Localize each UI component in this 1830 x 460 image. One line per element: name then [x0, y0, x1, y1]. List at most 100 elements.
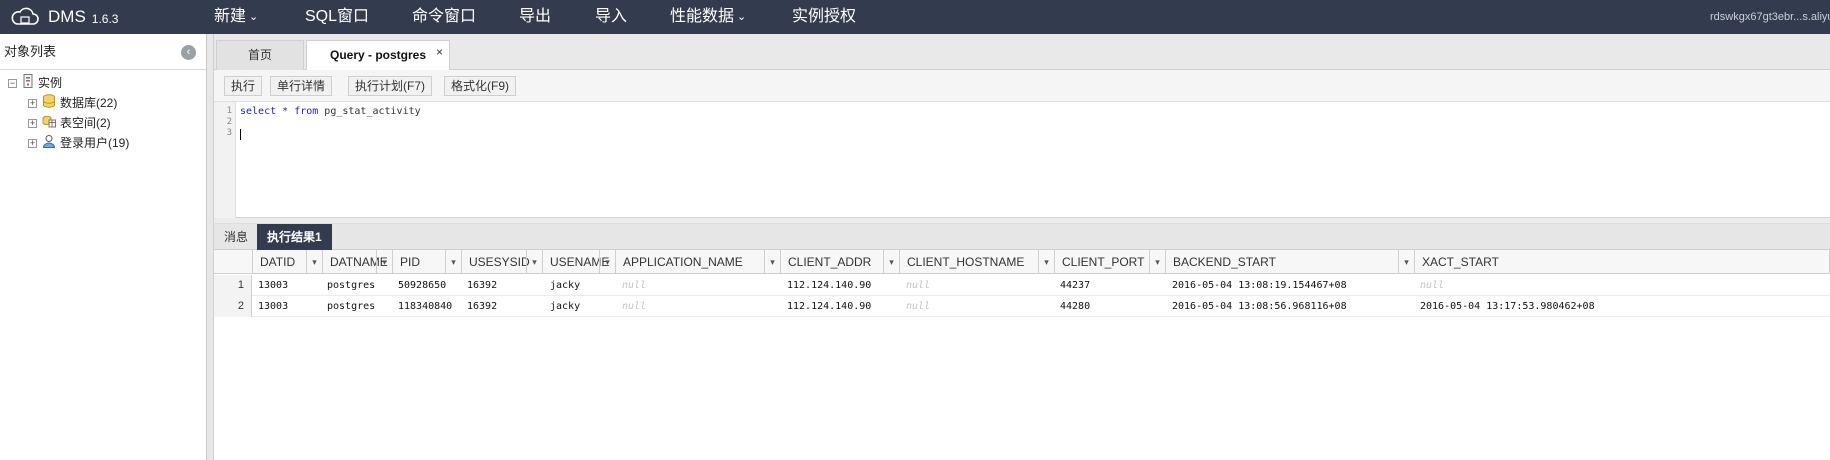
explain-plan-button[interactable]: 执行计划(F7) — [348, 76, 432, 96]
column-menu-icon[interactable]: ▾ — [883, 250, 899, 273]
grid-header: DATID ▾ DATNAME ▾ PID ▾ USESYSID ▾ USENAME ▾ APPLI… — [214, 250, 1830, 274]
app-name: DMS — [48, 7, 86, 26]
menu-performance-data[interactable]: 性能数据 ⌄ — [670, 0, 746, 34]
tab-messages[interactable]: 消息 — [214, 224, 258, 250]
cell-xact-start[interactable]: null — [1420, 275, 1444, 296]
column-header-client-port[interactable]: CLIENT_PORT ▾ — [1055, 250, 1166, 274]
column-header-label: CLIENT_ADDR — [788, 255, 872, 269]
expand-icon[interactable]: + — [28, 98, 37, 108]
sql-code-line[interactable]: select * from pg_stat_activity — [240, 106, 421, 117]
column-menu-icon[interactable]: ▾ — [764, 250, 780, 273]
execute-button[interactable]: 执行 — [224, 76, 263, 96]
column-header-usesysid[interactable]: USESYSID ▾ — [462, 250, 543, 274]
instance-name[interactable]: rdswkgx67gt3ebr...s.aliyuncs.com — [1710, 0, 1830, 34]
tab-query-label: Query - postgres — [329, 48, 427, 62]
tree-item-label: 表空间(2) — [60, 116, 111, 130]
column-menu-icon[interactable]: ▾ — [1398, 250, 1414, 273]
menu-instance-auth[interactable]: 实例授权 — [792, 0, 856, 34]
menu-command-window[interactable]: 命令窗口 — [412, 0, 476, 34]
menu-import[interactable]: 导入 — [595, 0, 627, 34]
result-grid: DATID ▾ DATNAME ▾ PID ▾ USESYSID ▾ USENAME ▾ APPLI… — [214, 250, 1830, 460]
column-menu-icon[interactable]: ▾ — [526, 250, 542, 273]
column-header-client-hostname[interactable]: CLIENT_HOSTNAME ▾ — [900, 250, 1055, 274]
cell-client-port[interactable]: 44280 — [1060, 296, 1090, 317]
menu-performance-data-label: 性能数据 — [670, 8, 735, 25]
cell-application-name[interactable]: null — [622, 296, 646, 317]
column-header-application-name[interactable]: APPLICATION_NAME ▾ — [616, 250, 781, 274]
line-number: 1 — [226, 106, 232, 116]
cell-usesysid[interactable]: 16392 — [467, 296, 497, 317]
cell-client-port[interactable]: 44237 — [1060, 275, 1090, 296]
cell-client-hostname[interactable]: null — [906, 296, 930, 317]
cell-pid[interactable]: 50928650 — [398, 275, 446, 296]
keyword-select: select — [240, 106, 277, 117]
column-header-label: BACKEND_START — [1173, 255, 1276, 269]
tree-item-tablespaces[interactable]: + 表空间(2) — [28, 114, 111, 132]
tree-item-label: 数据库(22) — [60, 96, 118, 110]
sql-editor[interactable]: 1 2 3 select * from pg_stat_activity — [214, 102, 1830, 218]
column-menu-icon[interactable]: ▾ — [445, 250, 461, 273]
table-row[interactable]: 2 13003 postgres 118340840 16392 jacky null 112… — [214, 296, 1830, 317]
cell-usename[interactable]: jacky — [550, 296, 580, 317]
cell-backend-start[interactable]: 2016-05-04 13:08:19.154467+08 — [1172, 275, 1347, 296]
expand-icon[interactable]: + — [28, 118, 37, 128]
cell-usename[interactable]: jacky — [550, 275, 580, 296]
column-menu-icon[interactable]: ▾ — [376, 250, 392, 273]
cloud-icon — [10, 5, 40, 29]
expand-icon[interactable]: + — [28, 138, 37, 148]
cell-usesysid[interactable]: 16392 — [467, 275, 497, 296]
tree-item-instance[interactable]: − 实例 — [8, 73, 62, 93]
column-header-label: CLIENT_PORT — [1062, 255, 1145, 269]
editor-tab-bar: 首页 Query - postgres × — [214, 34, 1830, 71]
cell-datid[interactable]: 13003 — [258, 275, 288, 296]
cell-application-name[interactable]: null — [622, 275, 646, 296]
object-list-title: 对象列表 — [4, 44, 57, 59]
close-icon[interactable]: × — [436, 38, 443, 66]
format-button[interactable]: 格式化(F9) — [444, 76, 516, 96]
column-header-datname[interactable]: DATNAME ▾ — [323, 250, 393, 274]
column-header-label: CLIENT_HOSTNAME — [907, 255, 1025, 269]
column-header-datid[interactable]: DATID ▾ — [253, 250, 323, 274]
column-header-usename[interactable]: USENAME ▾ — [543, 250, 616, 274]
cell-client-addr[interactable]: 112.124.140.90 — [787, 275, 871, 296]
column-menu-icon[interactable]: ▾ — [1149, 250, 1165, 273]
tab-query[interactable]: Query - postgres × — [306, 40, 450, 71]
column-header-pid[interactable]: PID ▾ — [393, 250, 462, 274]
cell-backend-start[interactable]: 2016-05-04 13:08:56.968116+08 — [1172, 296, 1347, 317]
cell-client-addr[interactable]: 112.124.140.90 — [787, 296, 871, 317]
main-panel: 首页 Query - postgres × 执行 单行详情 执行计划(F7) 格… — [214, 34, 1830, 460]
app-version: 1.6.3 — [91, 11, 119, 26]
cell-datname[interactable]: postgres — [327, 275, 375, 296]
menu-sql-window[interactable]: SQL窗口 — [305, 0, 369, 34]
collapse-sidebar-icon[interactable]: ‹ — [181, 45, 196, 60]
cell-datname[interactable]: postgres — [327, 296, 375, 317]
sidebar-resize-handle[interactable] — [207, 34, 214, 460]
column-menu-icon[interactable]: ▾ — [306, 250, 322, 273]
tab-result-1[interactable]: 执行结果1 — [257, 224, 332, 250]
cell-xact-start[interactable]: 2016-05-04 13:17:53.980462+08 — [1420, 296, 1595, 317]
column-header-backend-start[interactable]: BACKEND_START ▾ — [1166, 250, 1415, 274]
column-header-label: XACT_START — [1422, 255, 1499, 269]
tab-home[interactable]: 首页 — [216, 40, 304, 70]
menu-new[interactable]: 新建 ⌄ — [214, 0, 258, 34]
top-bar: DMS 1.6.3 新建 ⌄ SQL窗口 命令窗口 导出 导入 性能数据 ⌄ 实例授… — [0, 0, 1830, 34]
tree-item-databases[interactable]: + 数据库(22) — [28, 93, 118, 112]
line-number: 3 — [226, 128, 232, 138]
line-number: 2 — [226, 117, 232, 127]
cell-client-hostname[interactable]: null — [906, 275, 930, 296]
cell-pid[interactable]: 118340840 — [398, 296, 452, 317]
server-icon — [22, 73, 34, 93]
row-number: 1 — [214, 275, 252, 296]
column-menu-icon[interactable]: ▾ — [599, 250, 615, 273]
table-row[interactable]: 1 13003 postgres 50928650 16392 jacky null 112.… — [214, 275, 1830, 296]
tree-item-login-users[interactable]: + 登录用户(19) — [28, 134, 129, 152]
menu-export[interactable]: 导出 — [519, 0, 551, 34]
column-header-xact-start[interactable]: XACT_START — [1415, 250, 1830, 274]
row-detail-button[interactable]: 单行详情 — [270, 76, 333, 96]
cell-datid[interactable]: 13003 — [258, 296, 288, 317]
column-header-label: PID — [400, 255, 421, 269]
collapse-icon[interactable]: − — [8, 78, 17, 88]
column-header-client-addr[interactable]: CLIENT_ADDR ▾ — [781, 250, 900, 274]
column-header-label: USESYSID — [469, 255, 530, 269]
column-menu-icon[interactable]: ▾ — [1038, 250, 1054, 273]
